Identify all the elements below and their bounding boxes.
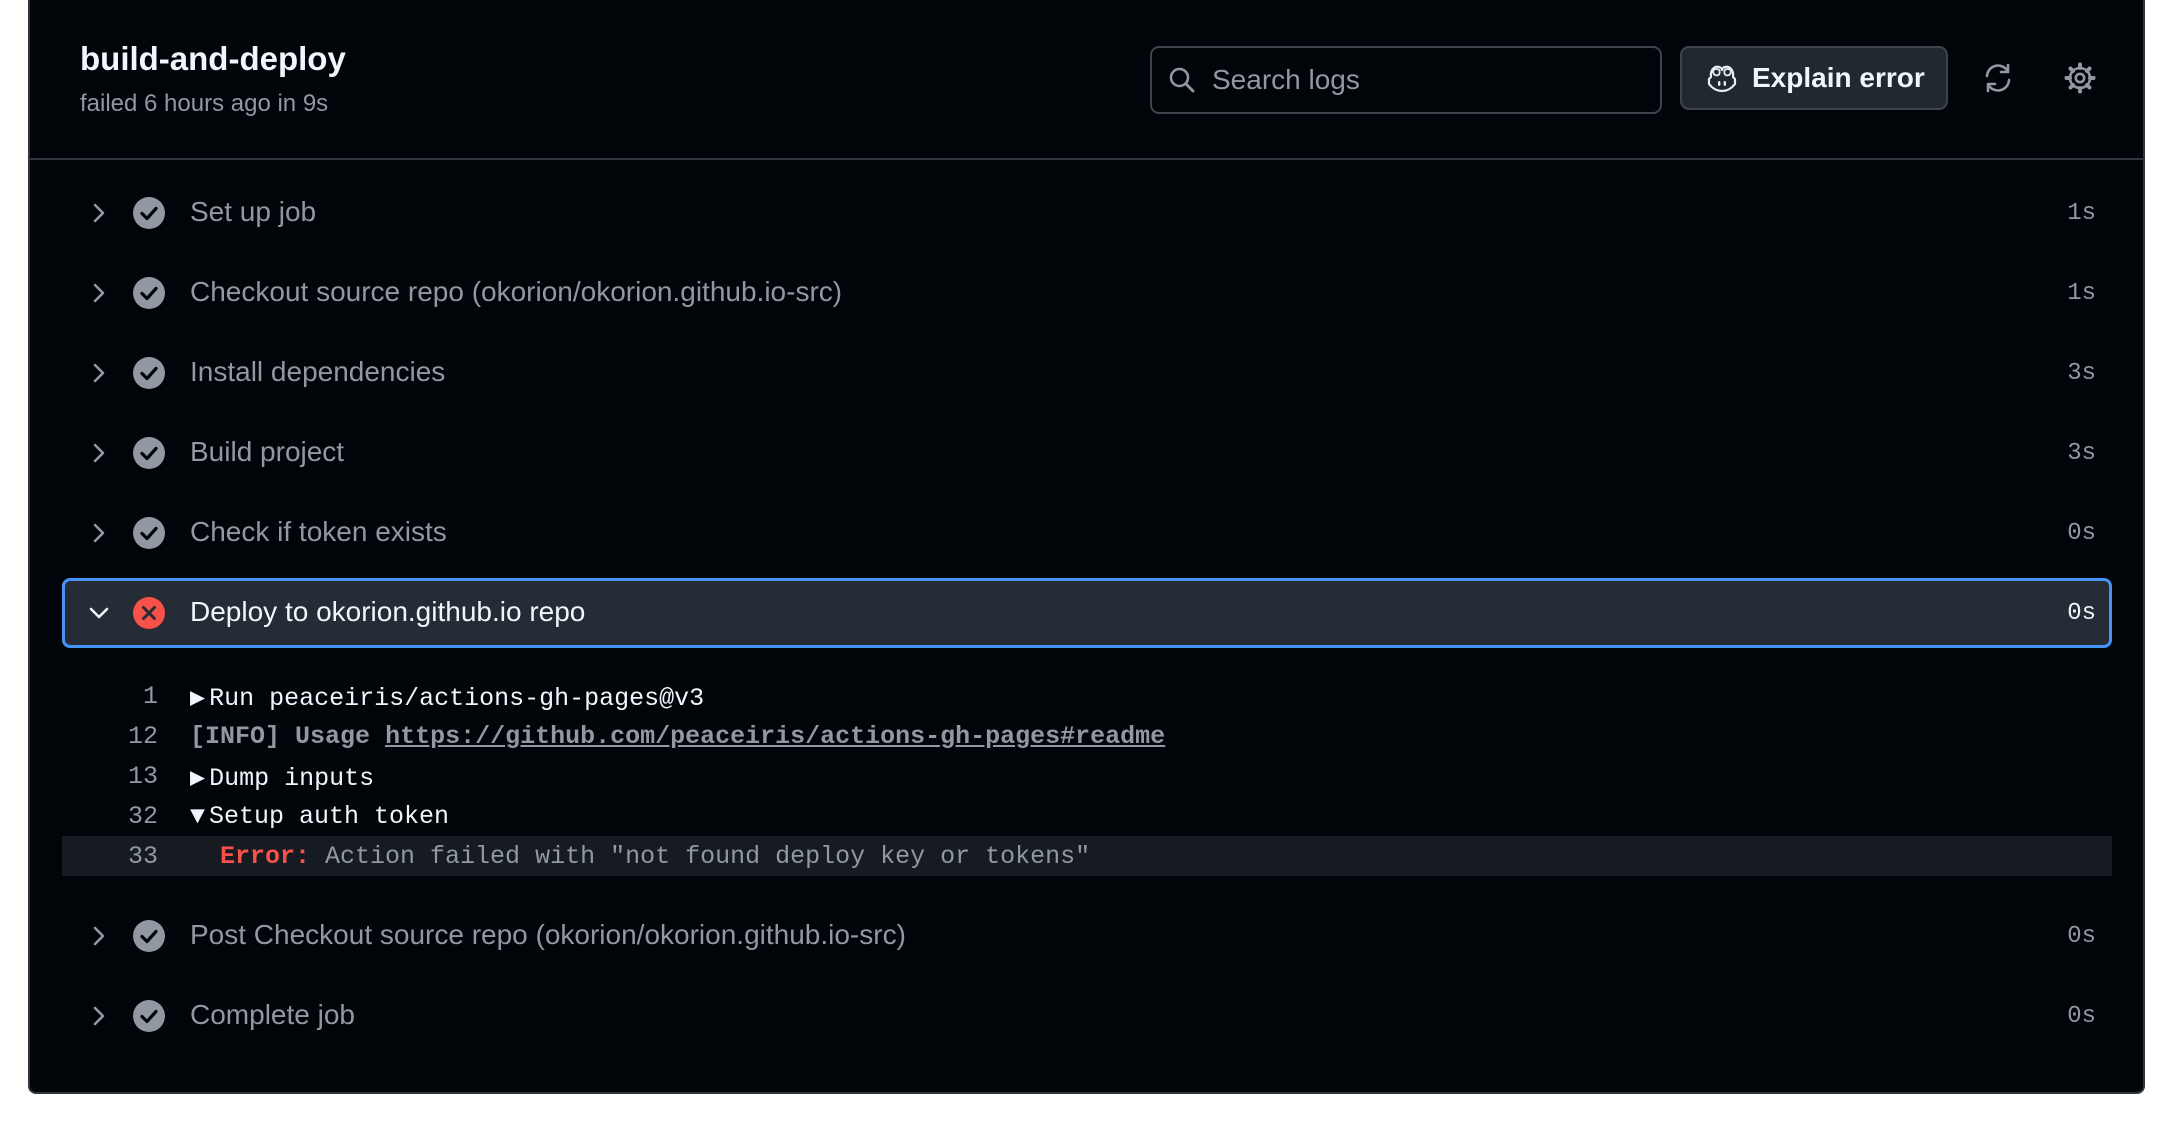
- check-circle-icon: [133, 1000, 165, 1032]
- log-line-text: Error: Action failed with "not found dep…: [220, 842, 1090, 871]
- step-name: Install dependencies: [190, 356, 446, 387]
- step-duration: 1s: [2067, 280, 2096, 307]
- step-duration: 0s: [2067, 520, 2096, 547]
- check-circle-icon: [133, 517, 165, 549]
- gear-icon: [2064, 62, 2096, 94]
- log-line-error: 33 Error: Action failed with "not found …: [62, 836, 2112, 876]
- chevron-right-icon: [93, 283, 105, 303]
- step-name: Build project: [190, 436, 345, 467]
- step-row-deploy[interactable]: Deploy to okorion.github.io repo 0s: [62, 578, 2112, 648]
- log-line[interactable]: 1 ▶ Run peaceiris/actions-gh-pages@v3: [62, 676, 2112, 716]
- log-line-number: 1: [142, 682, 158, 711]
- job-subtitle: failed 6 hours ago in 9s: [80, 90, 329, 117]
- explain-error-label: Explain error: [1752, 62, 1925, 93]
- step-row-post-checkout[interactable]: Post Checkout source repo (okorion/okori…: [62, 901, 2112, 971]
- log-group-title: Dump inputs: [209, 764, 375, 793]
- log-group-title: Setup auth token: [209, 802, 450, 831]
- step-row-checkout[interactable]: Checkout source repo (okorion/okorion.gi…: [62, 258, 2112, 328]
- chevron-right-icon: [93, 523, 105, 543]
- log-info-tag: [INFO]: [190, 722, 281, 751]
- check-circle-icon: [133, 357, 165, 389]
- step-duration: 0s: [2067, 923, 2096, 950]
- step-row-set-up-job[interactable]: Set up job 1s: [62, 178, 2112, 248]
- chevron-down-icon: [89, 607, 109, 619]
- log-line-text: ▶ Run peaceiris/actions-gh-pages@v3: [190, 682, 704, 713]
- x-circle-icon: [133, 597, 165, 629]
- job-log-panel: build-and-deploy failed 6 hours ago in 9…: [28, 0, 2145, 1094]
- step-row-check-token[interactable]: Check if token exists 0s: [62, 498, 2112, 568]
- chevron-right-icon: [93, 926, 105, 946]
- chevron-right-icon: [93, 203, 105, 223]
- log-line-number: 12: [127, 722, 158, 751]
- step-duration: 0s: [2067, 600, 2096, 627]
- caret-right-icon: ▶: [190, 764, 206, 793]
- step-name: Set up job: [190, 196, 317, 227]
- chevron-right-icon: [93, 1006, 105, 1026]
- log-line-number: 33: [127, 842, 158, 871]
- refresh-button[interactable]: [1976, 56, 2020, 100]
- step-row-complete-job[interactable]: Complete job 0s: [62, 981, 2112, 1051]
- check-circle-icon: [133, 197, 165, 229]
- check-circle-icon: [133, 277, 165, 309]
- refresh-icon: [1985, 63, 2011, 93]
- job-header: build-and-deploy failed 6 hours ago in 9…: [30, 0, 2143, 160]
- caret-down-icon: ▼: [190, 802, 206, 831]
- step-row-build-project[interactable]: Build project 3s: [62, 418, 2112, 488]
- search-icon: [1169, 67, 1195, 93]
- step-row-install-dependencies[interactable]: Install dependencies 3s: [62, 338, 2112, 408]
- copilot-icon: [1707, 65, 1737, 93]
- log-line: 12 [INFO] Usage https://github.com/peace…: [62, 716, 2112, 756]
- search-logs-input[interactable]: [1210, 63, 1630, 97]
- step-name: Checkout source repo (okorion/okorion.gi…: [190, 276, 843, 307]
- job-title: build-and-deploy: [80, 40, 346, 77]
- chevron-right-icon: [93, 443, 105, 463]
- step-name: Post Checkout source repo (okorion/okori…: [190, 919, 906, 950]
- step-duration: 3s: [2067, 440, 2096, 467]
- check-circle-icon: [133, 437, 165, 469]
- step-duration: 3s: [2067, 360, 2096, 387]
- log-line-text: ▶ Dump inputs: [190, 762, 374, 793]
- settings-button[interactable]: [2058, 56, 2102, 100]
- log-line-number: 32: [127, 802, 158, 831]
- chevron-right-icon: [93, 363, 105, 383]
- step-name: Deploy to okorion.github.io repo: [190, 596, 586, 627]
- log-error-label: Error:: [220, 842, 311, 871]
- log-usage-label: Usage: [295, 722, 371, 751]
- log-readme-link[interactable]: https://github.com/peaceiris/actions-gh-…: [385, 722, 1165, 751]
- log-line-text: [INFO] Usage https://github.com/peaceiri…: [190, 722, 1165, 751]
- search-logs-box[interactable]: [1150, 46, 1662, 114]
- step-duration: 1s: [2067, 200, 2096, 227]
- log-group-title: Run peaceiris/actions-gh-pages@v3: [209, 684, 705, 713]
- explain-error-button[interactable]: Explain error: [1680, 46, 1948, 110]
- check-circle-icon: [133, 920, 165, 952]
- caret-right-icon: ▶: [190, 684, 206, 713]
- step-duration: 0s: [2067, 1003, 2096, 1030]
- step-name: Complete job: [190, 999, 355, 1030]
- log-line-text: ▼ Setup auth token: [190, 802, 449, 831]
- log-error-message: Action failed with "not found deploy key…: [325, 842, 1091, 871]
- log-line[interactable]: 32 ▼ Setup auth token: [62, 796, 2112, 836]
- log-line-number: 13: [127, 762, 158, 791]
- step-name: Check if token exists: [190, 516, 447, 547]
- log-line[interactable]: 13 ▶ Dump inputs: [62, 756, 2112, 796]
